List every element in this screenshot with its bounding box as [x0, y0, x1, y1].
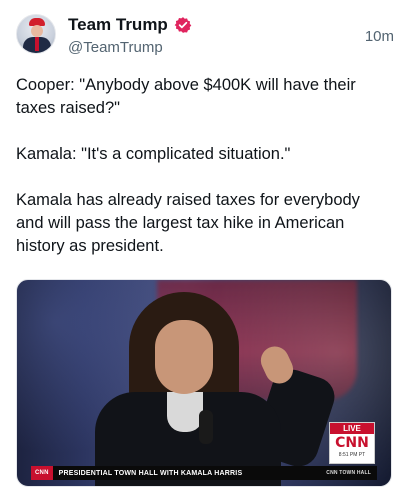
post-card: Team Trump @TeamTrump 10m Cooper: "Anybo…: [0, 0, 408, 500]
verified-badge-icon: [174, 16, 192, 34]
chyron-logo: CNN: [31, 466, 53, 480]
chyron: CNN PRESIDENTIAL TOWN HALL WITH KAMALA H…: [31, 466, 377, 480]
live-label: LIVE: [330, 423, 374, 434]
microphone: [199, 410, 213, 444]
post-text: Cooper: "Anybody above $400K will have t…: [16, 74, 392, 281]
chyron-right-text: CNN TOWN HALL: [326, 470, 371, 476]
avatar-tie: [35, 37, 39, 51]
video-thumbnail[interactable]: LIVE CNN 8:51 PM PT CNN PRESIDENTIAL TOW…: [16, 279, 392, 487]
speaker-shirt: [167, 392, 203, 432]
avatar[interactable]: [16, 14, 56, 54]
author-block: Team Trump @TeamTrump: [68, 14, 192, 56]
post-header: Team Trump @TeamTrump 10m: [16, 14, 394, 58]
speaker-face: [155, 320, 213, 394]
timestamp[interactable]: 10m: [365, 28, 394, 45]
avatar-face: [31, 25, 43, 37]
post-paragraph: Cooper: "Anybody above $400K will have t…: [16, 76, 361, 117]
chyron-text: PRESIDENTIAL TOWN HALL WITH KAMALA HARRI…: [58, 469, 243, 477]
handle[interactable]: @TeamTrump: [68, 39, 192, 56]
broadcast-time: 8:51 PM PT: [338, 452, 366, 458]
cnn-logo: CNN: [335, 435, 369, 451]
display-name[interactable]: Team Trump: [68, 15, 168, 35]
post-paragraph: Kamala has already raised taxes for ever…: [16, 191, 365, 255]
display-name-row: Team Trump: [68, 14, 192, 36]
cnn-live-bug: LIVE CNN 8:51 PM PT: [329, 422, 375, 464]
post-paragraph: Kamala: "It's a complicated situation.": [16, 145, 291, 163]
